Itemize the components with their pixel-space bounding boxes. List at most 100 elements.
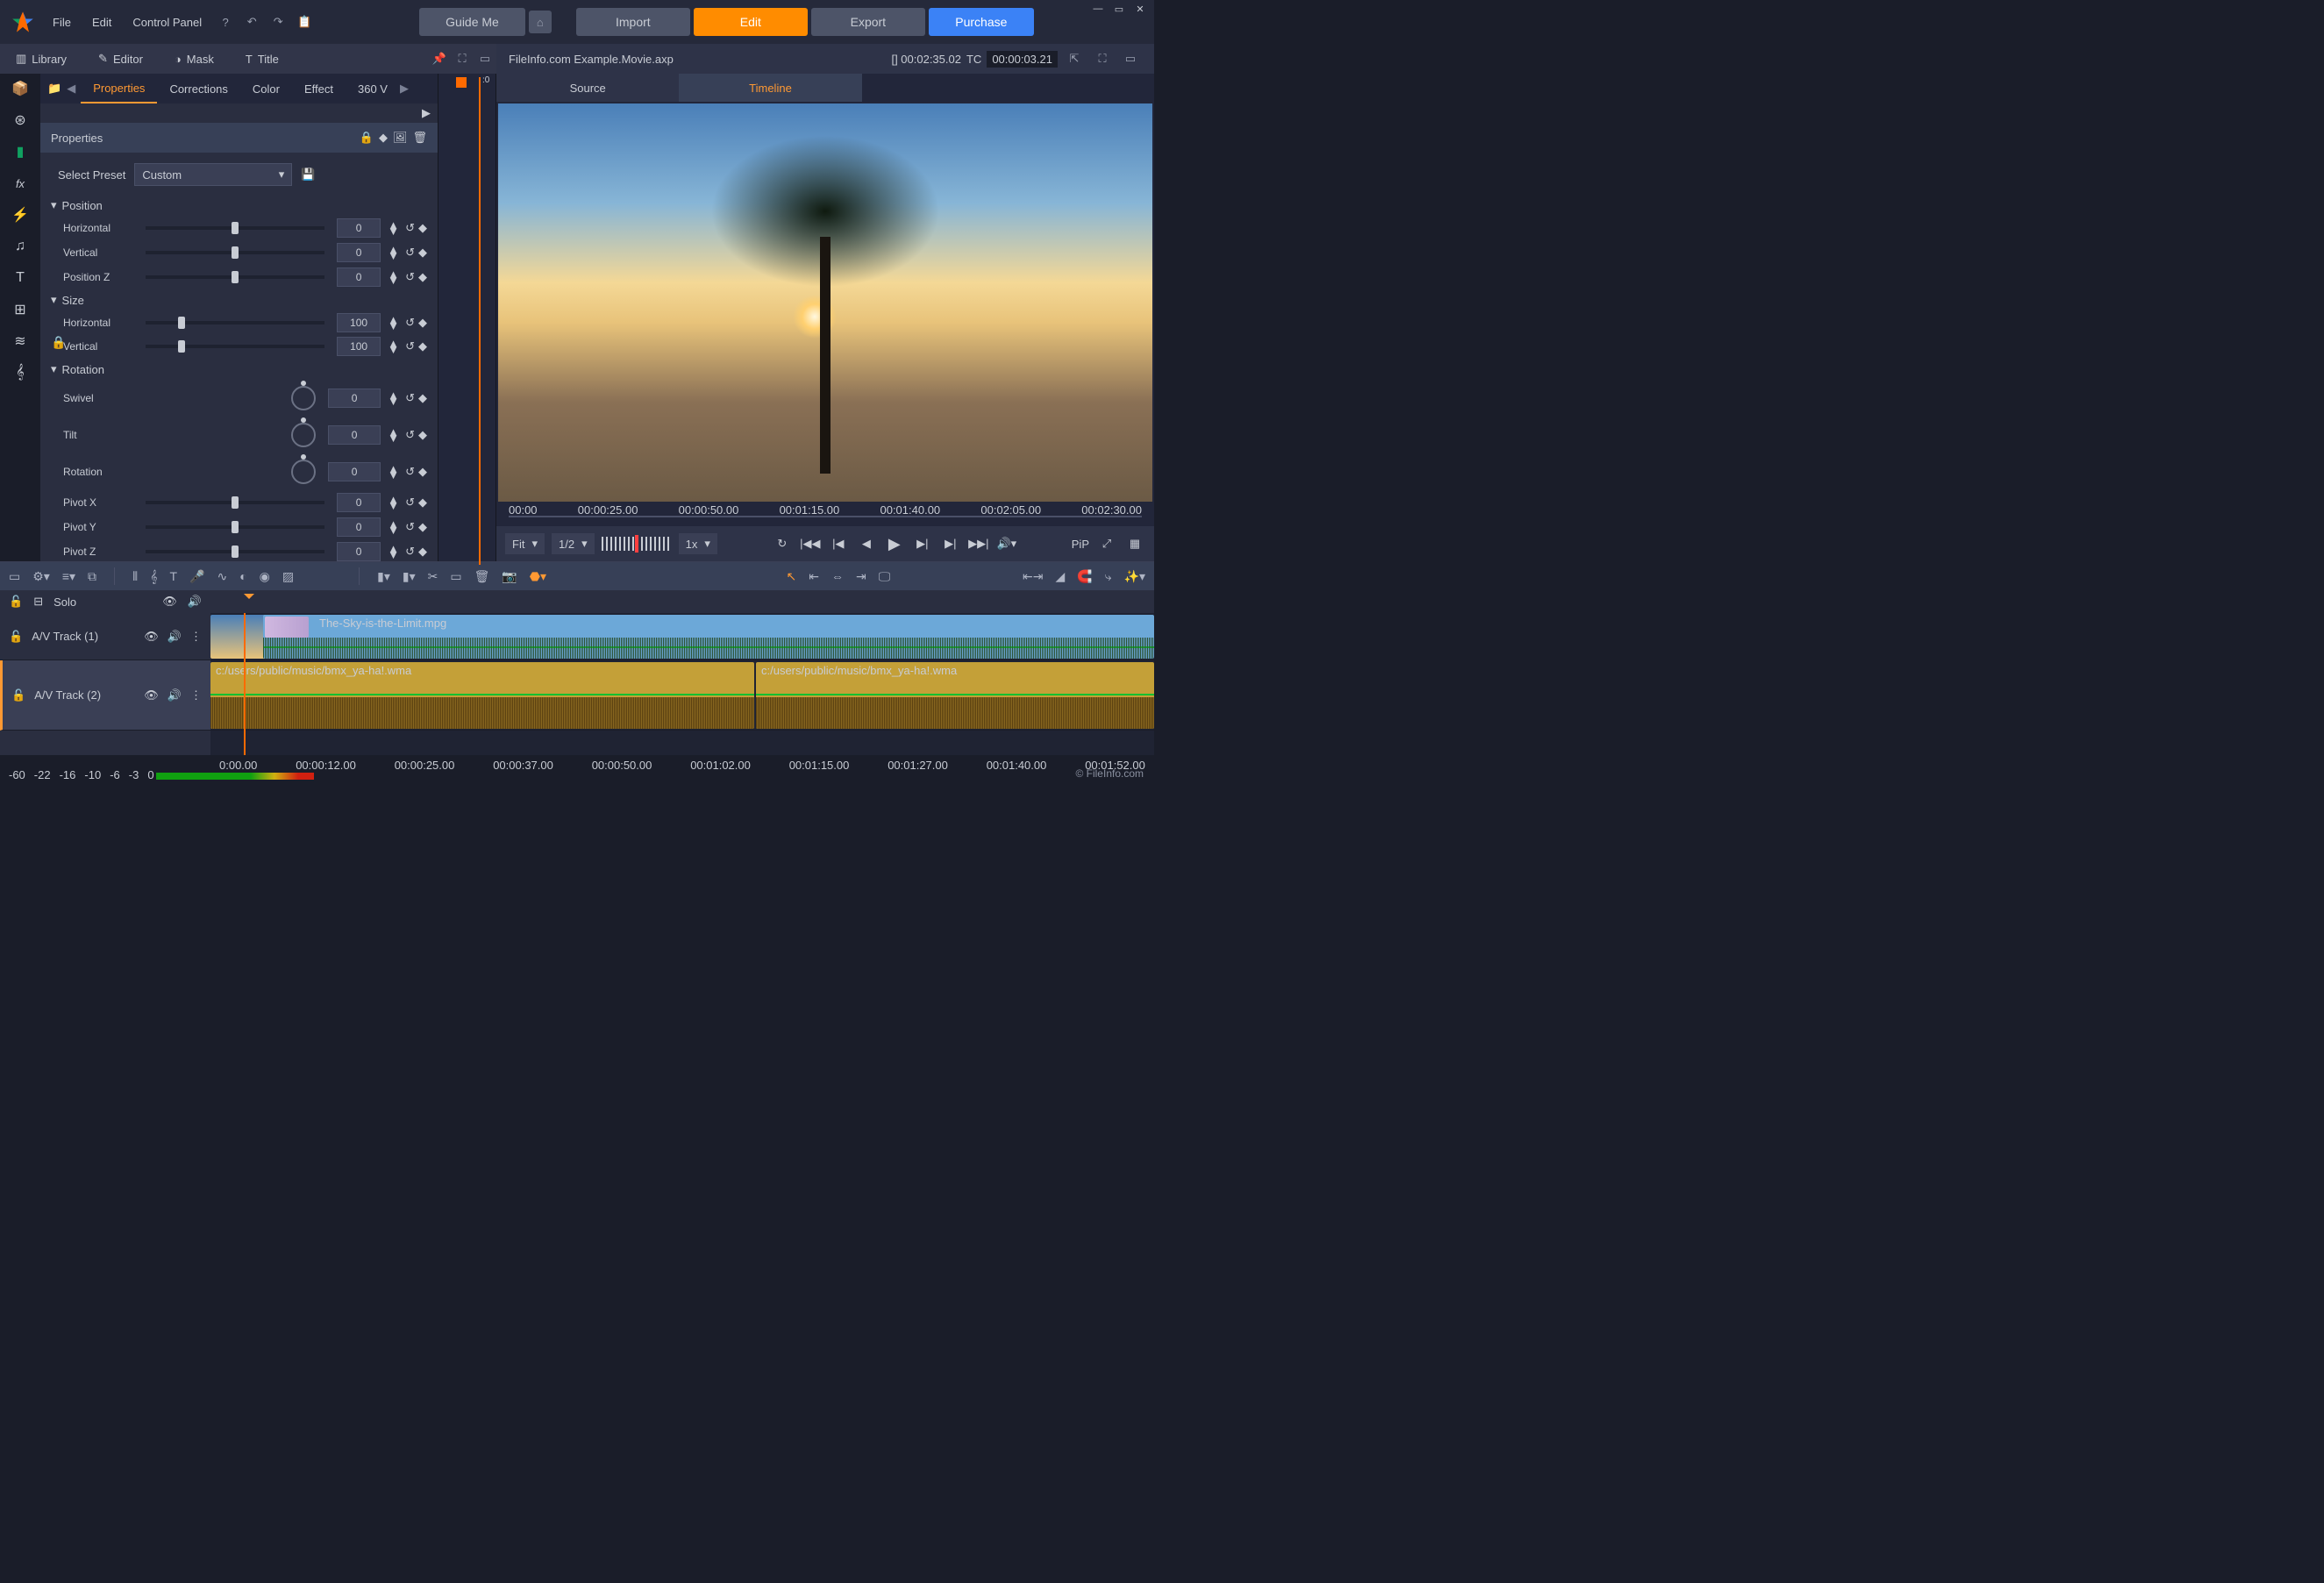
clip-audio-1[interactable]: c:/users/public/music/bmx_ya-ha!.wma [210, 662, 754, 729]
transition-icon[interactable] [265, 617, 309, 638]
track-menu-icon[interactable]: ⋮ [190, 630, 202, 644]
input-size-h[interactable]: 100 [337, 313, 381, 332]
keyframe-icon[interactable]: ◆ [418, 270, 427, 284]
redo-icon[interactable]: ↷ [267, 11, 289, 33]
tl-snapshot-icon[interactable]: 📷 [502, 569, 517, 584]
grid-icon[interactable]: ⊞ [11, 300, 30, 319]
expand-icon[interactable]: ⛶ [451, 47, 474, 70]
menu-control-panel[interactable]: Control Panel [124, 11, 210, 34]
folder-icon[interactable]: ▮ [11, 142, 30, 161]
keyframe-strip[interactable]: :0 [438, 74, 496, 561]
tab-timeline[interactable]: Timeline [679, 74, 861, 102]
track-header-2[interactable]: 🔓 A/V Track (2) 👁 🔊 ⋮ [0, 660, 210, 731]
spinner[interactable]: ▲▼ [388, 340, 398, 353]
tl-split-icon[interactable]: ▮▾ [403, 569, 416, 584]
tl-view-icon[interactable]: ≡▾ [62, 569, 75, 584]
tl-delete-icon[interactable]: 🗑 [474, 569, 490, 584]
source-icon[interactable]: 📁 [47, 82, 61, 96]
music-icon[interactable]: ♫ [11, 237, 30, 256]
tl-gear-icon[interactable]: ⚙▾ [32, 569, 50, 584]
reset-icon[interactable]: ↺ [405, 270, 415, 284]
tl-copy-icon[interactable]: ⧉ [88, 569, 96, 584]
preset-dropdown[interactable]: Custom▾ [134, 163, 292, 186]
close-icon[interactable]: ✕ [1131, 4, 1149, 18]
tl-lock-all-icon[interactable]: 🔓 [9, 595, 23, 609]
slider-pivot-x[interactable] [146, 501, 324, 504]
step-fwd-icon[interactable]: ▶| [912, 533, 933, 554]
import-button[interactable]: Import [576, 8, 690, 36]
text-icon[interactable]: T [11, 268, 30, 288]
tl-pointer-icon[interactable]: ↖ [787, 569, 797, 584]
keyframe-icon[interactable]: ◆ [418, 545, 427, 559]
tl-trim-icon[interactable]: ⇔ [831, 569, 844, 583]
tl-wave-icon[interactable]: ∿ [217, 569, 227, 584]
input-pos-h[interactable]: 0 [337, 218, 381, 238]
reset-icon[interactable]: ↺ [405, 496, 415, 510]
tab-source[interactable]: Source [496, 74, 679, 102]
help-icon[interactable]: ? [214, 11, 237, 33]
solo-label[interactable]: Solo [53, 595, 76, 609]
timecode-current[interactable]: 00:00:03.21 [987, 51, 1058, 68]
image-icon[interactable]: 🖼 [393, 131, 408, 145]
tl-eye-icon[interactable]: 👁 [162, 595, 177, 609]
dual-view-icon[interactable]: ▭ [1119, 47, 1142, 70]
tl-wand-icon[interactable]: ✨▾ [1124, 569, 1145, 584]
tab-library[interactable]: ▥Library [0, 44, 82, 74]
slider-pos-h[interactable] [146, 226, 324, 230]
slider-pos-v[interactable] [146, 251, 324, 254]
popout-icon[interactable]: ⇱ [1063, 47, 1086, 70]
dual-icon[interactable]: ▭ [474, 47, 496, 70]
group-rotation[interactable]: ▾Rotation [51, 359, 427, 380]
tl-text-icon[interactable]: T [169, 569, 177, 583]
tl-levels-icon[interactable]: ⦀ [132, 569, 138, 584]
tl-cut-icon[interactable]: ✂ [428, 569, 438, 584]
guide-me-button[interactable]: Guide Me [419, 8, 525, 36]
pip-expand-icon[interactable]: ⤢ [1096, 533, 1117, 554]
keyframe-marker-icon[interactable] [456, 77, 467, 88]
pin-icon[interactable]: 📌 [428, 47, 451, 70]
timeline-cursor-marker[interactable] [244, 594, 254, 604]
tab-corrections[interactable]: Corrections [157, 74, 239, 103]
bolt-icon[interactable]: ⚡ [11, 205, 30, 225]
input-pivot-x[interactable]: 0 [337, 493, 381, 512]
spinner[interactable]: ▲▼ [388, 466, 398, 478]
input-tilt[interactable]: 0 [328, 425, 381, 445]
tab-color[interactable]: Color [240, 74, 292, 103]
clip-video-1[interactable]: The-Sky-is-the-Limit.mpg [263, 615, 1154, 659]
spinner[interactable]: ▲▼ [388, 271, 398, 283]
keyframe-icon[interactable]: ◆ [418, 391, 427, 405]
slider-pos-z[interactable] [146, 275, 324, 279]
jog-wheel[interactable] [602, 537, 672, 551]
input-pivot-y[interactable]: 0 [337, 517, 381, 537]
track-eye-icon[interactable]: 👁 [144, 688, 159, 702]
reel-icon[interactable]: ⊛ [11, 111, 30, 130]
next-frame-icon[interactable]: ▶| [940, 533, 961, 554]
keyframe-icon[interactable]: ◆ [418, 339, 427, 353]
tl-ripple-icon[interactable]: ◢ [1055, 569, 1065, 584]
clipboard-icon[interactable]: 📋 [293, 11, 316, 33]
tab-effect[interactable]: Effect [292, 74, 346, 103]
keyframe-icon[interactable]: ◆ [418, 316, 427, 330]
timeline-playhead[interactable] [244, 613, 246, 755]
tl-mic-icon[interactable]: 🎤 [189, 569, 204, 584]
keyframe-icon[interactable]: ◆ [418, 465, 427, 479]
group-position[interactable]: ▾Position [51, 195, 427, 216]
reset-icon[interactable]: ↺ [405, 221, 415, 235]
tl-link-icon[interactable]: ⤷ [1105, 569, 1112, 584]
input-pos-z[interactable]: 0 [337, 267, 381, 287]
slider-pivot-y[interactable] [146, 525, 324, 529]
input-pos-v[interactable]: 0 [337, 243, 381, 262]
track-lane-1[interactable]: The-Sky-is-the-Limit.mpg [210, 613, 1154, 660]
tl-trim-out-icon[interactable]: ⇥ [856, 569, 866, 584]
menu-edit[interactable]: Edit [83, 11, 120, 34]
reset-icon[interactable]: ↺ [405, 465, 415, 479]
lock-icon[interactable]: 🔒 [360, 131, 374, 145]
loop-icon[interactable]: ↻ [772, 533, 793, 554]
keyframe-diamond-icon[interactable]: ◆ [379, 131, 388, 145]
tl-magnet-icon[interactable]: 🧲 [1077, 569, 1092, 584]
tl-fx-icon[interactable]: ▨ [282, 569, 294, 584]
fullscreen-icon[interactable]: ⛶ [1091, 47, 1114, 70]
keyframe-icon[interactable]: ◆ [418, 246, 427, 260]
spinner[interactable]: ▲▼ [388, 545, 398, 558]
tl-collapse-icon[interactable]: ⇤⇥ [1023, 569, 1043, 584]
